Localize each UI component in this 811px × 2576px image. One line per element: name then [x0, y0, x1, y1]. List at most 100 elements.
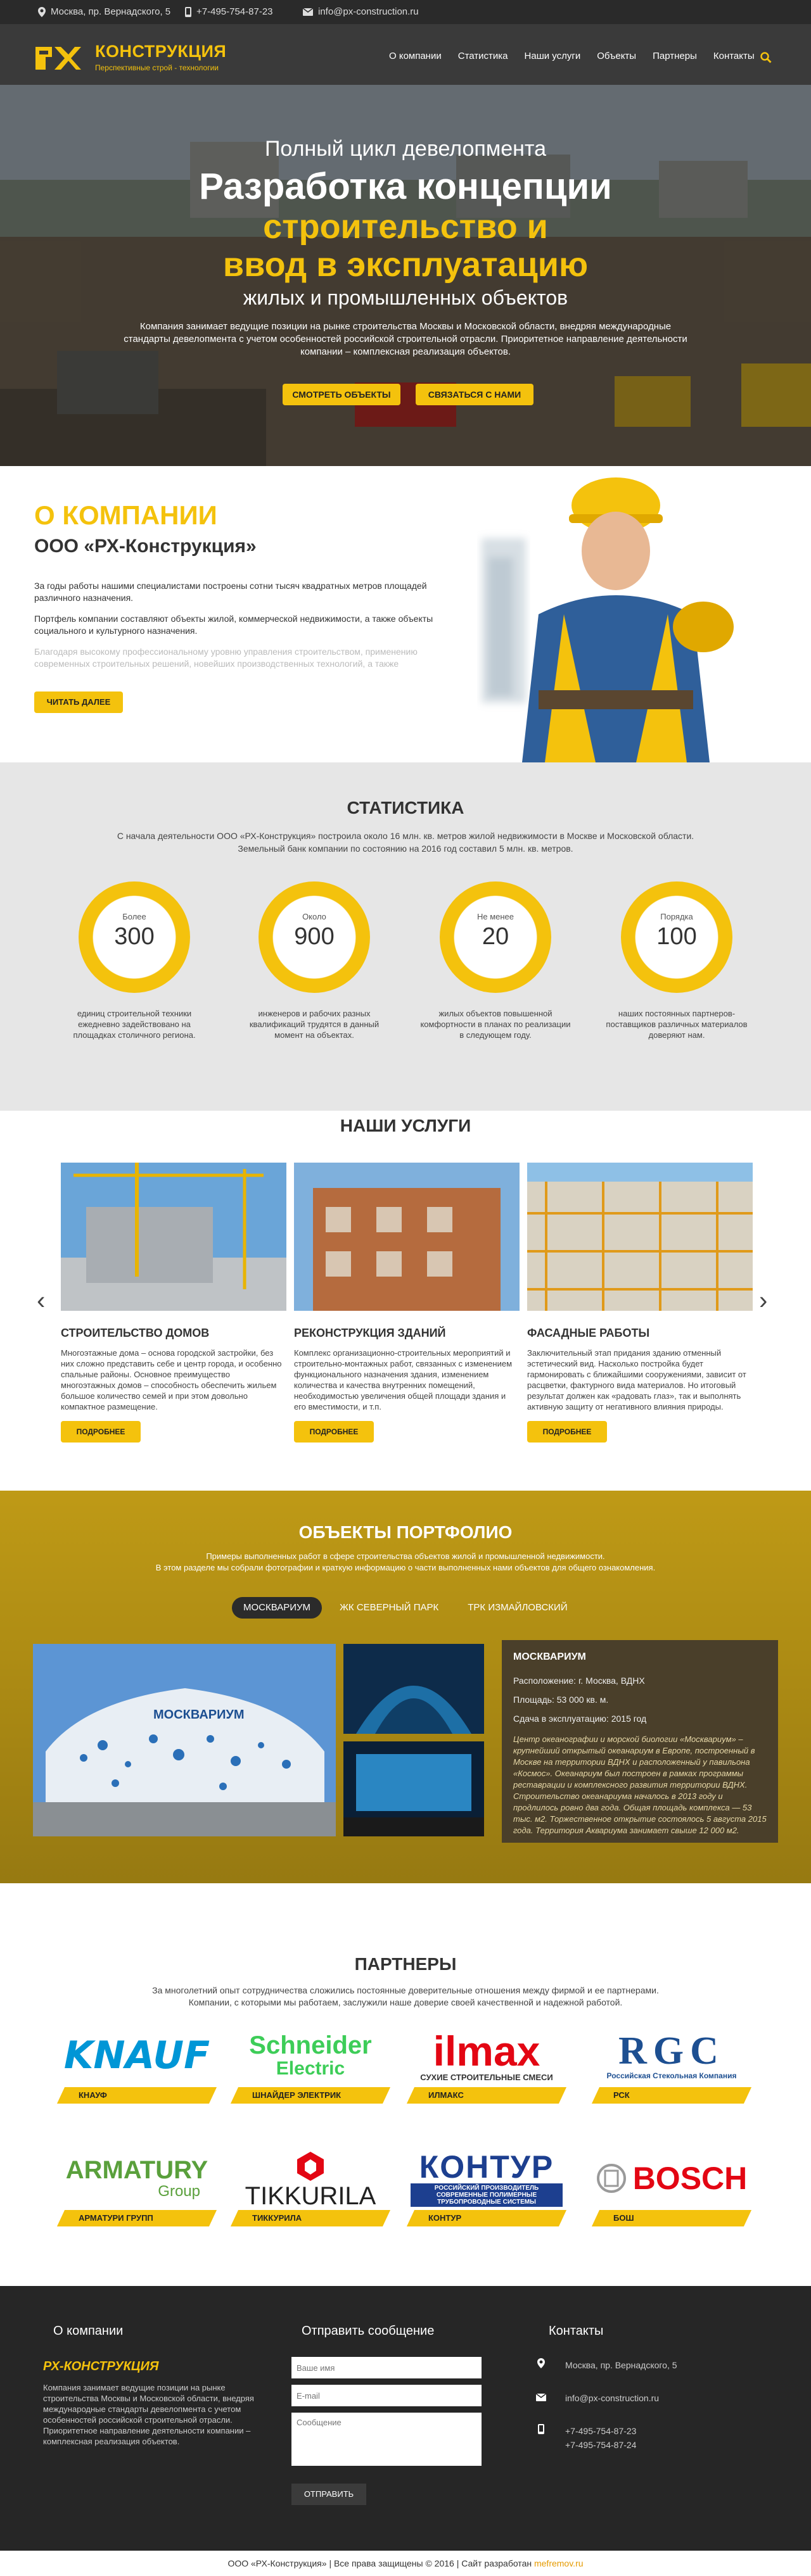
tab-moskvarium[interactable]: Москвариум — [232, 1597, 322, 1619]
developer-link[interactable]: mefremov.ru — [534, 2558, 584, 2568]
send-button[interactable]: Отправить — [291, 2484, 366, 2505]
partner-armatury[interactable]: ARMATURY Group Арматури групп — [56, 2147, 217, 2229]
footer-phone-2[interactable]: +7-495-754-87-24 — [565, 2439, 636, 2451]
email-text: info@px-construction.ru — [318, 6, 419, 17]
logo-mark-icon[interactable] — [33, 43, 81, 73]
stat-number-3: 20 — [482, 923, 509, 950]
stat-desc-3: жилых объектов повышенной комфортности в… — [420, 1009, 571, 1040]
nav-contacts[interactable]: Контакты — [713, 51, 755, 61]
carousel-next-arrow-icon[interactable]: › — [759, 1288, 767, 1313]
portfolio-intro-1: Примеры выполненных работ в сфере строит… — [206, 1551, 605, 1561]
service-image-facade — [527, 1163, 753, 1311]
partner-label-ilmax: Илмакс — [406, 2087, 567, 2104]
carousel-prev-arrow-icon[interactable]: ‹ — [37, 1288, 45, 1313]
hero-title-line1: Разработка концепции — [199, 166, 612, 207]
nav-about[interactable]: О компании — [389, 51, 442, 61]
portfolio-tabs: Москвариум ЖК Северный парк ТРК Измайлов… — [232, 1597, 579, 1619]
bosch-armature-icon — [596, 2164, 626, 2193]
about-paragraph-3-faded: Благодаря высокому профессиональному уро… — [34, 647, 418, 669]
moskvarium-building-photo[interactable]: МОСКВАРИУМ — [33, 1644, 336, 1836]
portfolio-info-box: МОСКВАРИУМ Расположение: г. Москва, ВДНХ… — [502, 1640, 778, 1843]
service-image-houses — [61, 1163, 286, 1311]
copyright-text: ООО «РХ-Конструкция» | Все права защищен… — [227, 2558, 532, 2568]
portfolio-intro-2: В этом разделе мы собрали фотографии и к… — [155, 1563, 656, 1572]
hero-pretitle: Полный цикл девелопмента — [264, 137, 546, 161]
contact-us-button[interactable]: Связаться с нами — [416, 384, 533, 405]
rgc-logo: RGC Российская Стекольная Компания — [606, 2030, 737, 2080]
hero-description: Компания занимает ведущие позиции на рын… — [124, 321, 687, 357]
stat-number-1: 300 — [114, 923, 155, 950]
nav-partners[interactable]: Партнеры — [653, 51, 697, 61]
topbar-phone[interactable]: +7-495-754-87-23 — [185, 6, 273, 17]
tab-izmailovsky[interactable]: ТРК Измайловский — [456, 1597, 578, 1619]
service-more-button-1[interactable]: Подробнее — [61, 1421, 141, 1443]
service-title-1: Строительство домов — [61, 1327, 210, 1339]
service-image-reconstruction — [294, 1163, 520, 1311]
copyright-bar: ООО «РХ-Конструкция» | Все права защищен… — [0, 2551, 811, 2576]
nav-objects[interactable]: Объекты — [597, 51, 636, 61]
partner-label-schneider: Шнайдер электрик — [230, 2087, 391, 2104]
stat-number-2: 900 — [294, 923, 335, 950]
worker-photo — [482, 477, 734, 762]
services-title: Наши услуги — [340, 1116, 471, 1135]
footer-phone-1[interactable]: +7-495-754-87-23 — [565, 2425, 636, 2437]
partner-bosch[interactable]: BOSCH Бош — [591, 2147, 752, 2229]
stat-desc-1: единиц строительной техники ежедневно за… — [73, 1009, 196, 1040]
partners-intro: За многолетний опыт сотрудничества сложи… — [152, 1985, 659, 2007]
email-input[interactable] — [291, 2385, 482, 2406]
partners-title: Партнеры — [354, 1954, 457, 1974]
partner-tikkurila[interactable]: TIKKURILA Тиккурила — [230, 2147, 391, 2229]
tab-severny-park[interactable]: ЖК Северный парк — [328, 1597, 450, 1619]
footer-form-title: Отправить сообщение — [302, 2324, 435, 2338]
footer-email[interactable]: info@px-construction.ru — [565, 2392, 659, 2404]
address-text: Москва, пр. Вернадского, 5 — [51, 6, 171, 17]
aquarium-hall-photo[interactable] — [343, 1741, 484, 1836]
service-more-button-3[interactable]: Подробнее — [527, 1421, 607, 1443]
bosch-logo: BOSCH — [596, 2147, 748, 2210]
service-text-3: Заключительный этап придания зданию отме… — [527, 1348, 746, 1411]
partner-kontur[interactable]: КОНТУР РОССИЙСКИЙ ПРОИЗВОДИТЕЛЬ СОВРЕМЕН… — [406, 2147, 567, 2229]
hero-subtitle: жилых и промышленных объектов — [243, 286, 568, 309]
footer-contacts-title: Контакты — [549, 2324, 604, 2338]
partner-schneider[interactable]: Schneider Electric Шнайдер электрик — [230, 2024, 391, 2106]
about-title: О КОМПАНИИ — [34, 500, 217, 530]
about-subtitle: ООО «РХ-Конструкция» — [34, 536, 257, 557]
stat-label-3: Не менее — [476, 912, 514, 921]
object-area: Площадь: 53 000 кв. м. — [513, 1695, 609, 1705]
message-textarea[interactable] — [291, 2413, 482, 2466]
partner-label-bosch: Бош — [591, 2210, 752, 2226]
stat-desc-4: наших постоянных партнеров-поставщиков р… — [606, 1009, 748, 1040]
name-input[interactable] — [291, 2357, 482, 2378]
logo-title[interactable]: Конструкция — [95, 42, 226, 61]
footer-phone-icon — [538, 2424, 544, 2434]
service-more-button-2[interactable]: Подробнее — [294, 1421, 374, 1443]
moskvarium-sign-text: МОСКВАРИУМ — [153, 1708, 245, 1722]
service-card-3: Фасадные работы Заключительный этап прид… — [527, 1163, 753, 1443]
statistics-title: Статистика — [347, 798, 464, 818]
nav-stats[interactable]: Статистика — [458, 51, 508, 61]
service-title-2: Реконструкция зданий — [294, 1327, 446, 1339]
phone-text: +7-495-754-87-23 — [196, 6, 273, 17]
map-marker-icon — [38, 6, 46, 17]
search-icon[interactable] — [760, 52, 772, 63]
view-objects-button[interactable]: Смотреть объекты — [283, 384, 400, 405]
read-more-button[interactable]: Читать далее — [34, 691, 123, 713]
partner-rsk[interactable]: RGC Российская Стекольная Компания РСК — [591, 2024, 752, 2106]
object-year: Сдача в эксплуатацию: 2015 год — [513, 1714, 647, 1724]
partner-label-rsk: РСК — [591, 2087, 752, 2104]
logo-tagline: Перспективные строй - технологии — [95, 63, 219, 72]
aquarium-tunnel-photo[interactable] — [343, 1644, 484, 1734]
nav-services[interactable]: Наши услуги — [525, 51, 581, 61]
partner-label-armatury: Арматури групп — [56, 2210, 217, 2226]
partner-ilmax[interactable]: ilmax СУХИЕ СТРОИТЕЛЬНЫЕ СМЕСИ Илмакс — [406, 2024, 567, 2106]
ilmax-logo: ilmax СУХИЕ СТРОИТЕЛЬНЫЕ СМЕСИ — [420, 2027, 553, 2082]
main-nav: О компании Статистика Наши услуги Объект… — [389, 51, 755, 61]
partner-knauf[interactable]: KNAUF Кнауф — [56, 2024, 217, 2106]
kontur-logo: КОНТУР РОССИЙСКИЙ ПРОИЗВОДИТЕЛЬ СОВРЕМЕН… — [411, 2147, 563, 2210]
object-title: МОСКВАРИУМ — [513, 1651, 586, 1662]
object-location: Расположение: г. Москва, ВДНХ — [513, 1676, 645, 1686]
hero-title-line2: строительство и — [263, 208, 548, 246]
footer-map-marker-icon — [537, 2358, 545, 2368]
stat-number-4: 100 — [656, 923, 697, 950]
topbar-email[interactable]: info@px-construction.ru — [303, 6, 419, 17]
